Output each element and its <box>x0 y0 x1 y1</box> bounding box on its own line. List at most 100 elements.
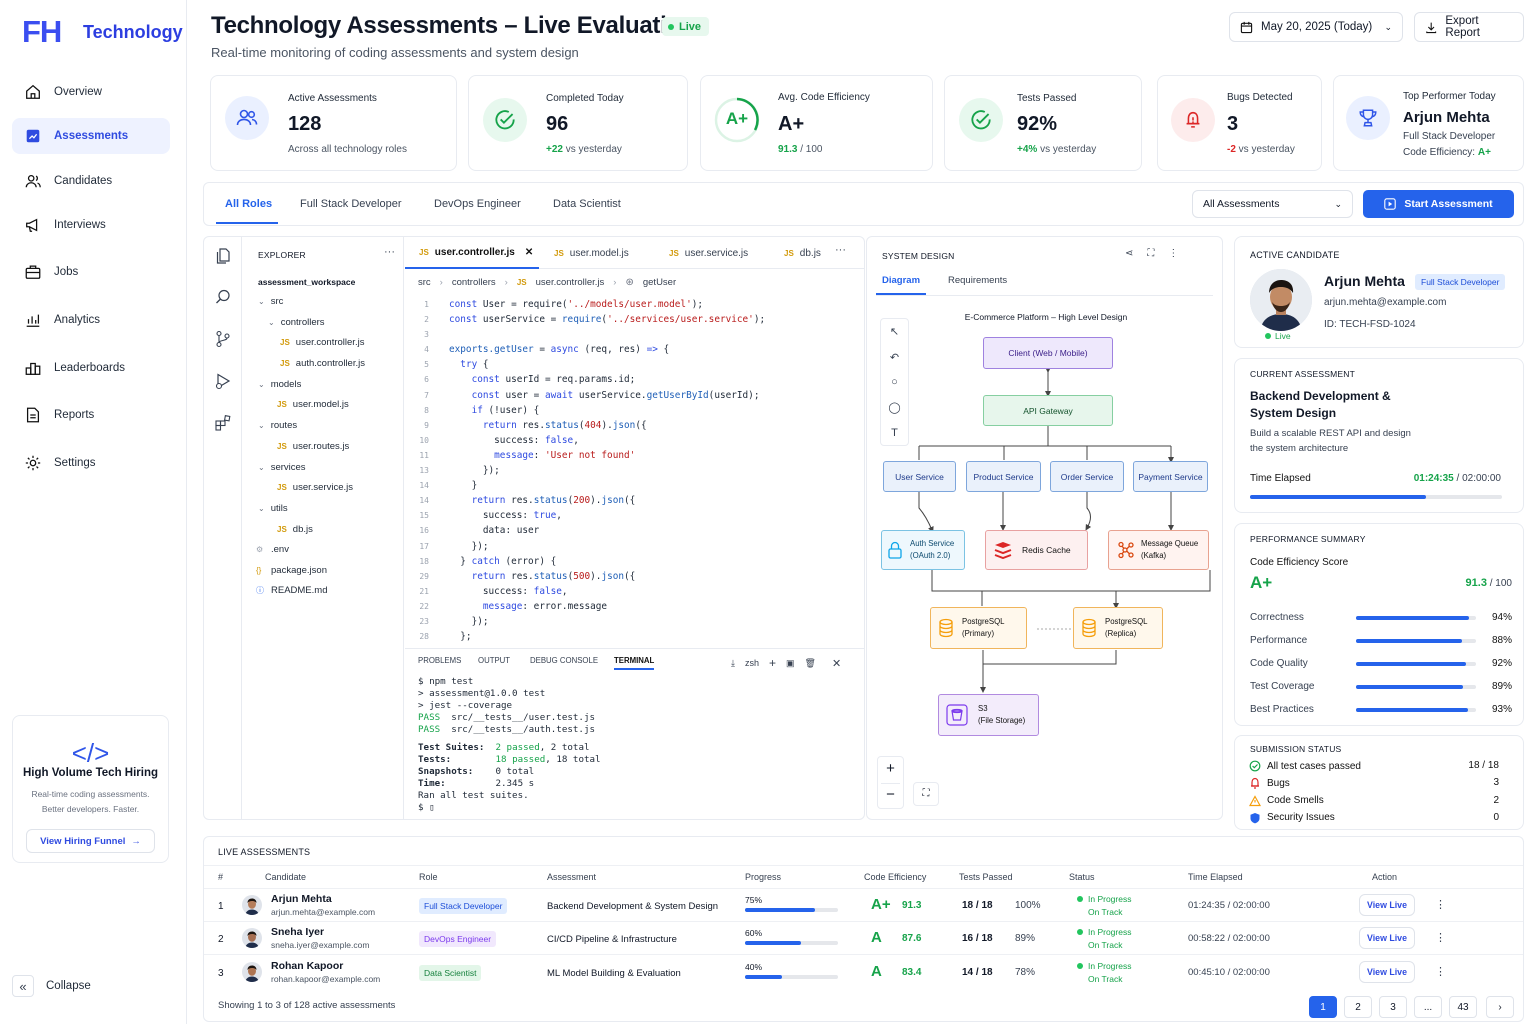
trash-icon[interactable]: 🗑 <box>805 658 816 669</box>
search-icon[interactable] <box>214 288 232 306</box>
table-row[interactable] <box>204 956 1523 989</box>
date-picker[interactable]: May 20, 2025 (Today) ⌄ <box>1229 12 1403 42</box>
sidebar-item-jobs[interactable]: Jobs <box>12 254 170 290</box>
crumb-symbol[interactable]: getUser <box>643 277 676 288</box>
plus-icon[interactable]: + <box>769 656 776 670</box>
explorer-item[interactable]: JS user.routes.js <box>277 440 349 453</box>
run-debug-icon[interactable] <box>214 372 232 390</box>
terminal-tab[interactable]: OUTPUT <box>478 656 510 665</box>
explorer-item[interactable]: {} package.json <box>256 564 327 577</box>
terminal-line: PASS src/__tests__/user.test.js <box>418 712 596 723</box>
redis-cache-node[interactable]: Redis Cache <box>985 530 1088 570</box>
sidebar-item-interviews[interactable]: Interviews <box>12 207 170 243</box>
view-live-button[interactable]: View Live <box>1359 927 1415 950</box>
crumb-file[interactable]: user.controller.js <box>536 277 605 288</box>
page-button[interactable]: 2 <box>1344 996 1372 1018</box>
client-node[interactable]: Client (Web / Mobile) <box>983 337 1113 369</box>
more-options-icon[interactable]: ··· <box>384 246 395 258</box>
terminal-shell-icon[interactable]: ⤓ <box>731 658 735 669</box>
terminal-line: Test Suites: 2 passed, 2 total <box>418 742 590 753</box>
table-row[interactable] <box>204 889 1523 922</box>
explorer-item[interactable]: JS user.controller.js <box>280 336 364 349</box>
sidebar-item-analytics[interactable]: Analytics <box>12 302 170 338</box>
row-more-icon[interactable]: ⋮ <box>1435 965 1446 978</box>
sidebar-item-assessments[interactable]: Assessments <box>12 118 170 154</box>
editor-tab[interactable]: JS user.model.js <box>540 237 654 269</box>
next-page-icon[interactable]: › <box>1486 996 1514 1018</box>
api-gateway-node[interactable]: API Gateway <box>983 395 1113 426</box>
explorer-item[interactable]: ⌄ src <box>258 295 283 308</box>
more-tabs-icon[interactable]: ··· <box>835 244 846 256</box>
sidebar-item-overview[interactable]: Overview <box>12 74 170 110</box>
collapse-button[interactable]: « Collapse <box>12 975 91 997</box>
row-more-icon[interactable]: ⋮ <box>1435 931 1446 944</box>
explorer-item[interactable]: JS db.js <box>277 523 313 536</box>
sidebar-item-reports[interactable]: Reports <box>12 397 170 433</box>
row-more-icon[interactable]: ⋮ <box>1435 898 1446 911</box>
crumb-src[interactable]: src <box>418 277 431 288</box>
tab-devops-engineer[interactable]: DevOps Engineer <box>434 198 521 210</box>
extensions-icon[interactable] <box>214 414 232 432</box>
explorer-item[interactable]: ⌄ services <box>258 461 306 474</box>
view-live-button[interactable]: View Live <box>1359 960 1415 983</box>
view-live-button[interactable]: View Live <box>1359 894 1415 916</box>
auth-service-node[interactable]: Auth Service (OAuth 2.0) <box>881 530 965 570</box>
table-row[interactable] <box>204 922 1523 956</box>
tab-all-roles[interactable]: All Roles <box>225 198 272 210</box>
source-control-icon[interactable] <box>214 330 232 348</box>
promo-line-2: Better developers. Faster. <box>41 804 140 814</box>
page-button[interactable]: 43 <box>1449 996 1477 1018</box>
terminal-tab[interactable]: PROBLEMS <box>418 656 461 665</box>
explorer-item[interactable]: ⚙ .env <box>256 543 289 556</box>
sidebar-item-settings[interactable]: Settings <box>12 445 170 481</box>
candidate-name[interactable]: Sneha Iyer <box>271 926 324 938</box>
files-icon[interactable] <box>214 247 232 265</box>
payment-service-node[interactable]: Payment Service <box>1133 461 1208 492</box>
terminal-tab[interactable]: TERMINAL <box>614 656 654 665</box>
close-icon[interactable]: ✕ <box>832 657 841 670</box>
postgres-replica-node[interactable]: PostgreSQL (Replica) <box>1073 607 1163 649</box>
tab-data-scientist[interactable]: Data Scientist <box>553 198 621 210</box>
s3-storage-node[interactable]: S3 (File Storage) <box>938 694 1039 736</box>
line-number: 4 <box>424 345 429 355</box>
briefcase-icon <box>25 265 41 279</box>
explorer-item[interactable]: ⌄ routes <box>258 419 297 432</box>
sidebar-item-candidates[interactable]: Candidates <box>12 163 170 199</box>
start-assessment-button[interactable]: Start Assessment <box>1363 190 1514 218</box>
stat-sub: +22 vs yesterday <box>546 144 622 155</box>
candidate-name[interactable]: Arjun Mehta <box>271 893 332 905</box>
candidate-name[interactable]: Rohan Kapoor <box>271 960 343 972</box>
product-service-node[interactable]: Product Service <box>966 461 1041 492</box>
split-terminal-icon[interactable]: ▣ <box>786 658 795 669</box>
editor-tab[interactable]: JS user.controller.js ✕ <box>405 237 539 269</box>
lock-icon <box>888 541 902 559</box>
explorer-item[interactable]: JS user.service.js <box>277 481 353 494</box>
editor-tab[interactable]: JS user.service.js <box>655 237 769 269</box>
user-service-node[interactable]: User Service <box>883 461 956 492</box>
postgres-primary-node[interactable]: PostgreSQL (Primary) <box>930 607 1027 649</box>
explorer-item[interactable]: JS user.model.js <box>277 398 349 411</box>
page-button[interactable]: 1 <box>1309 996 1337 1018</box>
code-editor[interactable]: 1 const User = require('../models/user.mo… <box>411 297 863 644</box>
terminal-tab[interactable]: DEBUG CONSOLE <box>530 656 598 665</box>
export-report-button[interactable]: Export Report <box>1414 12 1524 42</box>
terminal-output[interactable]: $ npm test > assessment@1.0.0 test > jest … <box>418 676 858 814</box>
sidebar-item-leaderboards[interactable]: Leaderboards <box>12 350 170 386</box>
view-hiring-funnel-button[interactable]: View Hiring Funnel → <box>26 829 155 853</box>
page-button[interactable]: 3 <box>1379 996 1407 1018</box>
crumb-controllers[interactable]: controllers <box>452 277 496 288</box>
page-button[interactable]: ... <box>1414 996 1442 1018</box>
explorer-item[interactable]: ⌄ controllers <box>268 316 325 329</box>
explorer-item[interactable]: JS auth.controller.js <box>280 357 365 370</box>
efficiency-grade: A+ <box>871 896 891 913</box>
explorer-item[interactable]: ⌄ utils <box>258 502 288 515</box>
explorer-item[interactable]: ⌄ models <box>258 378 301 391</box>
tab-full-stack-developer[interactable]: Full Stack Developer <box>300 198 402 210</box>
assessment-filter-select[interactable]: All Assessments ⌄ <box>1192 190 1353 218</box>
order-service-node[interactable]: Order Service <box>1050 461 1124 492</box>
workspace-root[interactable]: assessment_workspace <box>258 277 355 287</box>
close-tab-icon[interactable]: ✕ <box>525 247 533 258</box>
message-queue-node[interactable]: Message Queue (Kafka) <box>1108 530 1209 570</box>
editor-tab[interactable]: JS db.js <box>770 237 830 269</box>
explorer-item[interactable]: ⓘ README.md <box>256 584 327 597</box>
